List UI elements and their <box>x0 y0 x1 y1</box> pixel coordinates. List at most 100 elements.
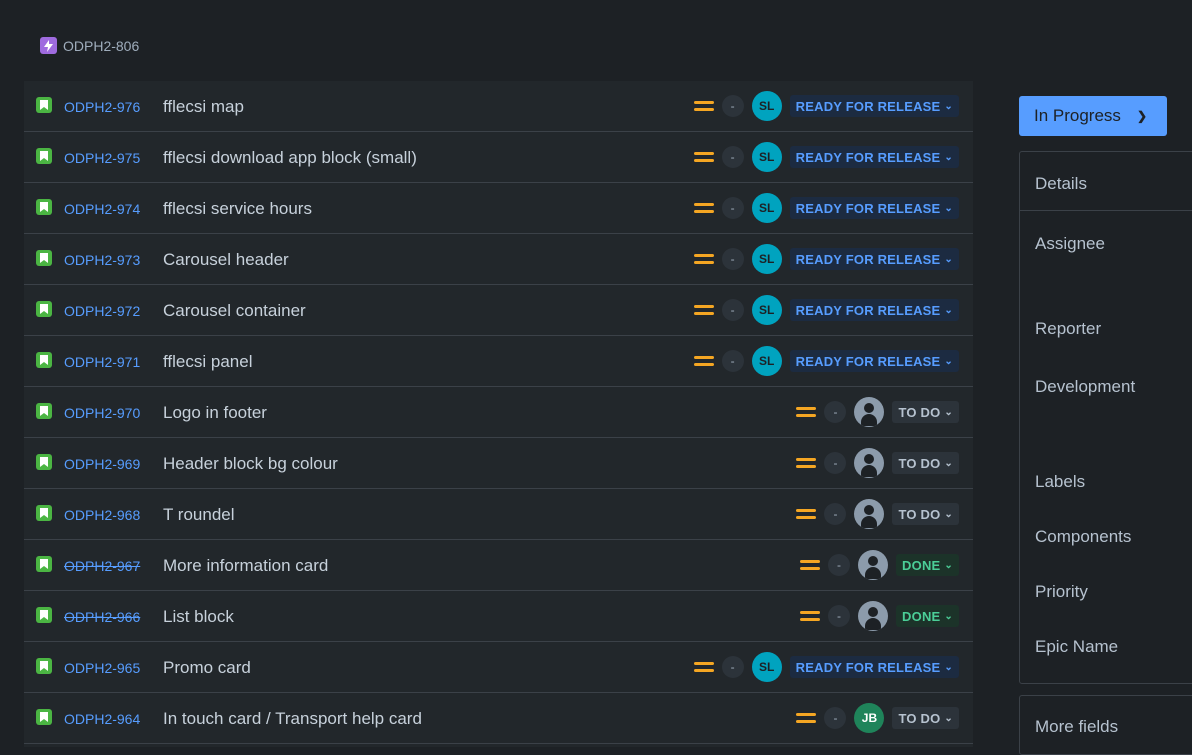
details-header[interactable]: Details <box>1020 152 1192 211</box>
issue-key-link[interactable]: ODPH2-964 <box>64 711 140 727</box>
story-points-badge: - <box>721 248 744 270</box>
status-label: DONE <box>902 557 941 573</box>
assignee-avatar[interactable]: SL <box>751 142 782 172</box>
priority-medium-icon <box>693 201 714 215</box>
status-transition-button[interactable]: In Progress ❯ <box>1019 96 1167 136</box>
chevron-down-icon: ⌄ <box>944 661 953 673</box>
issue-key-link[interactable]: ODPH2-967 <box>64 558 140 574</box>
issue-key-link[interactable]: ODPH2-972 <box>64 303 140 319</box>
unassigned-avatar-icon[interactable] <box>854 448 885 478</box>
issue-meta: - TO DO ⌄ <box>796 438 959 488</box>
issue-summary[interactable]: Promo card <box>163 658 251 678</box>
assignee-avatar[interactable]: SL <box>751 652 782 682</box>
issue-row[interactable]: ODPH2-967 More information card - DONE ⌄ <box>24 540 973 591</box>
status-label: TO DO <box>898 710 941 726</box>
issue-meta: - TO DO ⌄ <box>796 489 959 539</box>
status-dropdown[interactable]: DONE ⌄ <box>896 605 959 627</box>
unassigned-avatar-icon[interactable] <box>854 499 885 529</box>
assignee-avatar[interactable]: SL <box>751 295 782 325</box>
issue-row[interactable]: ODPH2-974 fflecsi service hours - SL READY F… <box>24 183 973 234</box>
issue-row[interactable]: ODPH2-969 Header block bg colour - TO DO ⌄ <box>24 438 973 489</box>
status-dropdown[interactable]: READY FOR RELEASE ⌄ <box>789 197 959 219</box>
story-points-badge: - <box>824 503 847 525</box>
issue-summary[interactable]: Carousel header <box>163 250 289 270</box>
status-dropdown[interactable]: READY FOR RELEASE ⌄ <box>789 350 959 372</box>
assignee-avatar[interactable]: SL <box>751 91 782 121</box>
status-label: READY FOR RELEASE <box>795 98 941 114</box>
issue-key-link[interactable]: ODPH2-973 <box>64 252 140 268</box>
issue-summary[interactable]: In touch card / Transport help card <box>163 709 422 729</box>
assignee-avatar[interactable]: SL <box>751 244 782 274</box>
story-points-badge: - <box>721 656 744 678</box>
assignee-avatar[interactable]: JB <box>854 703 885 733</box>
field-label-development: Development <box>1035 377 1136 396</box>
assignee-avatar[interactable]: SL <box>751 193 782 223</box>
assignee-avatar[interactable]: SL <box>751 346 782 376</box>
status-dropdown[interactable]: DONE ⌄ <box>896 554 959 576</box>
issue-summary[interactable]: T roundel <box>163 505 235 525</box>
field-label-reporter: Reporter <box>1035 319 1102 338</box>
issue-key-link[interactable]: ODPH2-969 <box>64 456 140 472</box>
status-dropdown[interactable]: TO DO ⌄ <box>892 401 959 423</box>
issue-key-link[interactable]: ODPH2-975 <box>64 150 140 166</box>
issue-key-link[interactable]: ODPH2-974 <box>64 201 140 217</box>
bookmark-icon <box>36 301 52 317</box>
lightning-icon <box>40 37 57 54</box>
story-points-badge: - <box>721 95 744 117</box>
issue-row[interactable]: ODPH2-972 Carousel container - SL READY FOR … <box>24 285 973 336</box>
status-dropdown[interactable]: READY FOR RELEASE ⌄ <box>789 146 959 168</box>
issue-key-link[interactable]: ODPH2-966 <box>64 609 140 625</box>
status-dropdown[interactable]: READY FOR RELEASE ⌄ <box>789 299 959 321</box>
issue-key-link[interactable]: ODPH2-965 <box>64 660 140 676</box>
status-dropdown[interactable]: TO DO ⌄ <box>892 707 959 729</box>
issue-summary[interactable]: fflecsi map <box>163 97 244 117</box>
issue-meta: - SL READY FOR RELEASE ⌄ <box>693 285 959 335</box>
priority-medium-icon <box>800 609 821 623</box>
status-dropdown[interactable]: READY FOR RELEASE ⌄ <box>789 656 959 678</box>
issue-summary[interactable]: Logo in footer <box>163 403 267 423</box>
child-issues-list: ODPH2-976 fflecsi map - SL READY FOR RELEASE… <box>24 81 973 747</box>
issue-summary[interactable]: fflecsi service hours <box>163 199 312 219</box>
issue-meta: - DONE ⌄ <box>800 540 959 590</box>
breadcrumb: ODPH2-806 <box>40 37 139 54</box>
unassigned-avatar-icon[interactable] <box>858 601 889 631</box>
chevron-down-icon: ⌄ <box>944 355 953 367</box>
issue-summary[interactable]: List block <box>163 607 234 627</box>
priority-medium-icon <box>800 558 821 572</box>
status-dropdown[interactable]: TO DO ⌄ <box>892 452 959 474</box>
issue-key-link[interactable]: ODPH2-970 <box>64 405 140 421</box>
unassigned-avatar-icon[interactable] <box>854 397 885 427</box>
issue-meta: - DONE ⌄ <box>800 591 959 641</box>
more-fields-section[interactable]: More fields <box>1019 695 1192 755</box>
issue-summary[interactable]: Carousel container <box>163 301 306 321</box>
issue-row[interactable]: ODPH2-964 In touch card / Transport help … <box>24 693 973 744</box>
issue-row[interactable]: ODPH2-976 fflecsi map - SL READY FOR RELEASE… <box>24 81 973 132</box>
issue-row[interactable]: ODPH2-971 fflecsi panel - SL READY FOR RELEA… <box>24 336 973 387</box>
issue-key-link[interactable]: ODPH2-971 <box>64 354 140 370</box>
issue-row[interactable]: ODPH2-975 fflecsi download app block (sma… <box>24 132 973 183</box>
story-points-badge: - <box>824 401 847 423</box>
bookmark-icon <box>36 454 52 470</box>
epic-key-link[interactable]: ODPH2-806 <box>63 38 139 54</box>
chevron-down-icon: ⌄ <box>944 406 953 418</box>
status-label: TO DO <box>898 506 941 522</box>
issue-row[interactable]: ODPH2-970 Logo in footer - TO DO ⌄ <box>24 387 973 438</box>
issue-row[interactable]: ODPH2-965 Promo card - SL READY FOR RELEASE ⌄ <box>24 642 973 693</box>
status-dropdown[interactable]: TO DO ⌄ <box>892 503 959 525</box>
status-dropdown[interactable]: READY FOR RELEASE ⌄ <box>789 248 959 270</box>
unassigned-avatar-icon[interactable] <box>858 550 889 580</box>
priority-medium-icon <box>693 150 714 164</box>
issue-row[interactable]: ODPH2-966 List block - DONE ⌄ <box>24 591 973 642</box>
status-label: READY FOR RELEASE <box>795 353 941 369</box>
issue-summary[interactable]: Header block bg colour <box>163 454 338 474</box>
issue-summary[interactable]: More information card <box>163 556 328 576</box>
bookmark-icon <box>36 352 52 368</box>
issue-summary[interactable]: fflecsi download app block (small) <box>163 148 417 168</box>
issue-key-link[interactable]: ODPH2-968 <box>64 507 140 523</box>
status-dropdown[interactable]: READY FOR RELEASE ⌄ <box>789 95 959 117</box>
issue-key-link[interactable]: ODPH2-976 <box>64 99 140 115</box>
issue-row[interactable]: ODPH2-968 T roundel - TO DO ⌄ <box>24 489 973 540</box>
issue-summary[interactable]: fflecsi panel <box>163 352 252 372</box>
chevron-down-icon: ⌄ <box>944 712 953 724</box>
issue-row[interactable]: ODPH2-973 Carousel header - SL READY FOR REL… <box>24 234 973 285</box>
